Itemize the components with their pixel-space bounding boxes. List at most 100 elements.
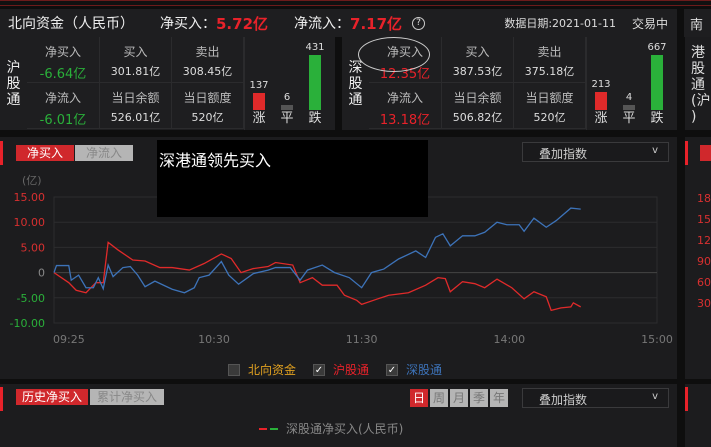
down-count: 431 <box>305 42 325 53</box>
name-char: 通 <box>6 91 21 108</box>
flat-label: 平 <box>280 111 294 126</box>
up-count: 213 <box>591 79 611 91</box>
help-icon[interactable]: ? <box>412 16 426 30</box>
dropdown-label: 叠加指数 <box>539 393 588 407</box>
down-count: 667 <box>647 42 667 53</box>
down-bar <box>651 55 663 110</box>
sh-sell-cell: 卖出 308.45亿 <box>172 37 244 83</box>
cell-value: 301.81亿 <box>110 65 161 78</box>
right-axis-tick: 180 <box>697 192 711 205</box>
name-char: 股 <box>6 75 21 92</box>
legend-north[interactable]: 北向资金 <box>228 361 296 378</box>
period-0[interactable]: 日 <box>410 389 428 407</box>
y-tick-label: 0 <box>38 267 45 280</box>
highlight-circle <box>358 37 430 72</box>
sh-balance-cell: 当日余额 526.01亿 <box>100 83 172 129</box>
y-axis-unit: (亿) <box>22 174 42 187</box>
annotation-box: 深港通领先买入 <box>157 140 428 217</box>
y-tick-label: 5.00 <box>21 241 46 254</box>
name-char: 通 <box>691 77 705 93</box>
history-legend: 深股通净买入(人民币) <box>259 420 403 437</box>
legend-sz-label: 深股通 <box>406 363 443 377</box>
period-1[interactable]: 周 <box>430 389 448 407</box>
down-label: 跌 <box>308 111 322 126</box>
section-marker <box>685 387 688 411</box>
y-tick-label: 10.00 <box>14 216 46 229</box>
name-char: 通 <box>348 91 363 108</box>
up-count: 137 <box>249 79 269 91</box>
sz-quota-cell: 当日额度 520亿 <box>514 83 586 129</box>
legend-north-label: 北向资金 <box>248 363 297 377</box>
sh-name: 沪股通 <box>0 37 27 130</box>
legend-green-dash <box>270 427 278 430</box>
cell-label: 当日余额 <box>453 91 502 105</box>
sz-buy-cell: 买入 387.53亿 <box>442 37 514 83</box>
data-date: 数据日期:2021-01-11 <box>504 17 616 30</box>
legend-red-dash <box>259 427 267 430</box>
tab-history-net-buy[interactable]: 历史净买入 <box>16 389 88 405</box>
x-tick-label: 15:00 <box>641 333 673 346</box>
y-tick-label: 15.00 <box>14 191 46 204</box>
cell-label: 当日额度 <box>525 91 574 105</box>
cell-label: 净流入 <box>44 91 81 105</box>
cell-label: 净流入 <box>386 91 423 105</box>
legend-sh-label: 沪股通 <box>333 363 370 377</box>
name-char: (沪 <box>691 93 711 109</box>
series-line-sh <box>53 241 582 312</box>
cell-label: 卖出 <box>537 45 562 59</box>
net-buy-label: 净买入： <box>160 16 216 32</box>
top-border <box>0 0 711 6</box>
flat-count: 4 <box>625 92 633 103</box>
history-panel: 历史净买入 累计净买入 叠加指数 v 深股通净买入(人民币) <box>0 384 677 447</box>
sz-balance-cell: 当日余额 506.82亿 <box>442 83 514 129</box>
cell-value: 387.53亿 <box>452 65 503 78</box>
x-tick-label: 11:30 <box>346 333 378 346</box>
period-3[interactable]: 季 <box>470 389 488 407</box>
cell-value: 13.18亿 <box>379 113 431 128</box>
section-marker <box>0 387 3 411</box>
checkbox-sh[interactable]: ✓ <box>313 363 325 376</box>
period-2[interactable]: 月 <box>450 389 468 407</box>
northbound-header: 北向资金（人民币） 净买入： 5.72亿 净流入： 7.17亿 ? 数据日期:2… <box>0 9 677 37</box>
flat-count: 6 <box>283 92 291 103</box>
cell-label: 净买入 <box>44 45 81 59</box>
sz-breadth-chart: 213 涨 4 平 667 跌 <box>586 37 682 130</box>
legend-sz[interactable]: ✓ 深股通 <box>386 361 442 378</box>
history-legend-label: 深股通净买入(人民币) <box>286 422 404 436</box>
name-char: ) <box>691 109 697 125</box>
legend-sh[interactable]: ✓ 沪股通 <box>313 361 369 378</box>
cell-label: 卖出 <box>195 45 220 59</box>
cell-value: 520亿 <box>191 111 224 124</box>
name-char: 港 <box>691 45 705 61</box>
southbound-header: 南 <box>684 9 711 37</box>
right-axis-tick: 120 <box>697 234 711 247</box>
tab-cumulative-net-buy[interactable]: 累计净买入 <box>90 389 164 405</box>
cell-value: 308.45亿 <box>182 65 233 78</box>
sh-quota-cell: 当日额度 520亿 <box>172 83 244 129</box>
chevron-down-icon: v <box>652 391 658 402</box>
cell-value: 526.01亿 <box>110 111 161 124</box>
sh-buy-cell: 买入 301.81亿 <box>100 37 172 83</box>
cell-label: 买入 <box>465 45 490 59</box>
overlay-index-dropdown-2[interactable]: 叠加指数 v <box>522 388 669 408</box>
net-inflow-value: 7.17亿 <box>350 14 403 33</box>
right-axis-tick: 90 <box>697 255 711 268</box>
sh-connect-panel: 沪股通净买入 -6.64亿 买入 301.81亿 卖出 308.45亿 净流入 -6.01亿当… <box>0 37 335 130</box>
header-title: 北向资金（人民币） <box>8 16 134 32</box>
cell-value: -6.01亿 <box>39 113 87 128</box>
cell-label: 当日余额 <box>111 91 160 105</box>
hk-connect-panel: 港股通 (沪) <box>685 37 711 130</box>
net-buy-value: 5.72亿 <box>216 14 269 33</box>
series-line-sz <box>53 207 581 294</box>
checkbox-north[interactable] <box>228 363 240 376</box>
right-chart-panel: 180 150 120 90 60 30 <box>685 137 711 379</box>
checkbox-sz[interactable]: ✓ <box>386 363 398 376</box>
name-char: 股 <box>348 75 363 92</box>
down-bar <box>309 55 321 110</box>
name-char: 股 <box>691 61 705 77</box>
right-axis-tick: 60 <box>697 276 711 289</box>
name-char: 沪 <box>6 59 21 76</box>
x-tick-label: 10:30 <box>198 333 230 346</box>
period-4[interactable]: 年 <box>490 389 508 407</box>
flat-label: 平 <box>622 111 636 126</box>
